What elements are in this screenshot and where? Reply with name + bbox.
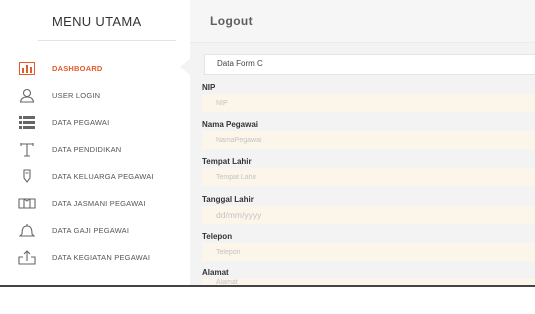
sidebar-item-label: DASHBOARD	[52, 63, 103, 73]
user-icon	[18, 86, 36, 104]
dashboard-icon	[18, 59, 36, 77]
sidebar-item-label: DATA GAJI PEGAWAI	[52, 225, 130, 235]
form-panel-title: Data Form C	[217, 59, 263, 68]
sidebar-item-label: DATA PENDIDIKAN	[52, 144, 122, 154]
tempat-lahir-label: Tempat Lahir	[202, 157, 252, 166]
tanggal-lahir-input[interactable]	[202, 206, 535, 224]
active-indicator	[180, 59, 190, 75]
telepon-label: Telepon	[202, 232, 233, 241]
nip-input[interactable]	[202, 94, 535, 112]
top-bar: Logout	[190, 0, 535, 43]
sidebar-item-dashboard[interactable]: DASHBOARD	[0, 55, 190, 81]
sidebar-item-data-pendidikan[interactable]: DATA PENDIDIKAN	[0, 136, 190, 162]
nama-pegawai-label: Nama Pegawai	[202, 120, 259, 129]
sidebar-item-data-keluarga[interactable]: DATA KELUARGA PEGAWAI	[0, 163, 190, 189]
sidebar-item-label: DATA PEGAWAI	[52, 117, 110, 127]
sidebar-item-label: DATA JASMANI PEGAWAI	[52, 198, 146, 208]
sidebar-item-data-pegawai[interactable]: DATA PEGAWAI	[0, 109, 190, 135]
family-icon	[18, 167, 36, 185]
sidebar: MENU UTAMA DASHBOARD USER LOGIN DATA PEG…	[0, 0, 190, 285]
education-icon	[18, 140, 36, 158]
sidebar-item-user-login[interactable]: USER LOGIN	[0, 82, 190, 108]
salary-icon	[18, 221, 36, 239]
sidebar-item-label: USER LOGIN	[52, 90, 101, 100]
telepon-input[interactable]	[202, 243, 535, 261]
fitness-icon	[18, 194, 36, 212]
sidebar-item-label: DATA KEGIATAN PEGAWAI	[52, 252, 151, 262]
nama-pegawai-input[interactable]	[202, 131, 535, 149]
bottom-border	[0, 285, 535, 287]
form-panel-header: Data Form C	[204, 54, 535, 75]
tempat-lahir-input[interactable]	[202, 168, 535, 186]
sidebar-item-data-gaji[interactable]: DATA GAJI PEGAWAI	[0, 217, 190, 243]
menu-title: MENU UTAMA	[52, 14, 142, 29]
sidebar-item-data-kegiatan[interactable]: DATA KEGIATAN PEGAWAI	[0, 244, 190, 270]
nip-label: NIP	[202, 83, 216, 92]
logout-link[interactable]: Logout	[210, 14, 253, 28]
menu-divider	[38, 40, 176, 41]
main-content: Data Form C NIP Nama Pegawai Tempat Lahi…	[190, 43, 535, 285]
sidebar-item-data-jasmani[interactable]: DATA JASMANI PEGAWAI	[0, 190, 190, 216]
list-icon	[18, 113, 36, 131]
tanggal-lahir-label: Tanggal Lahir	[202, 195, 254, 204]
activity-icon	[18, 248, 36, 266]
alamat-label: Alamat	[202, 268, 229, 277]
sidebar-item-label: DATA KELUARGA PEGAWAI	[52, 171, 154, 181]
